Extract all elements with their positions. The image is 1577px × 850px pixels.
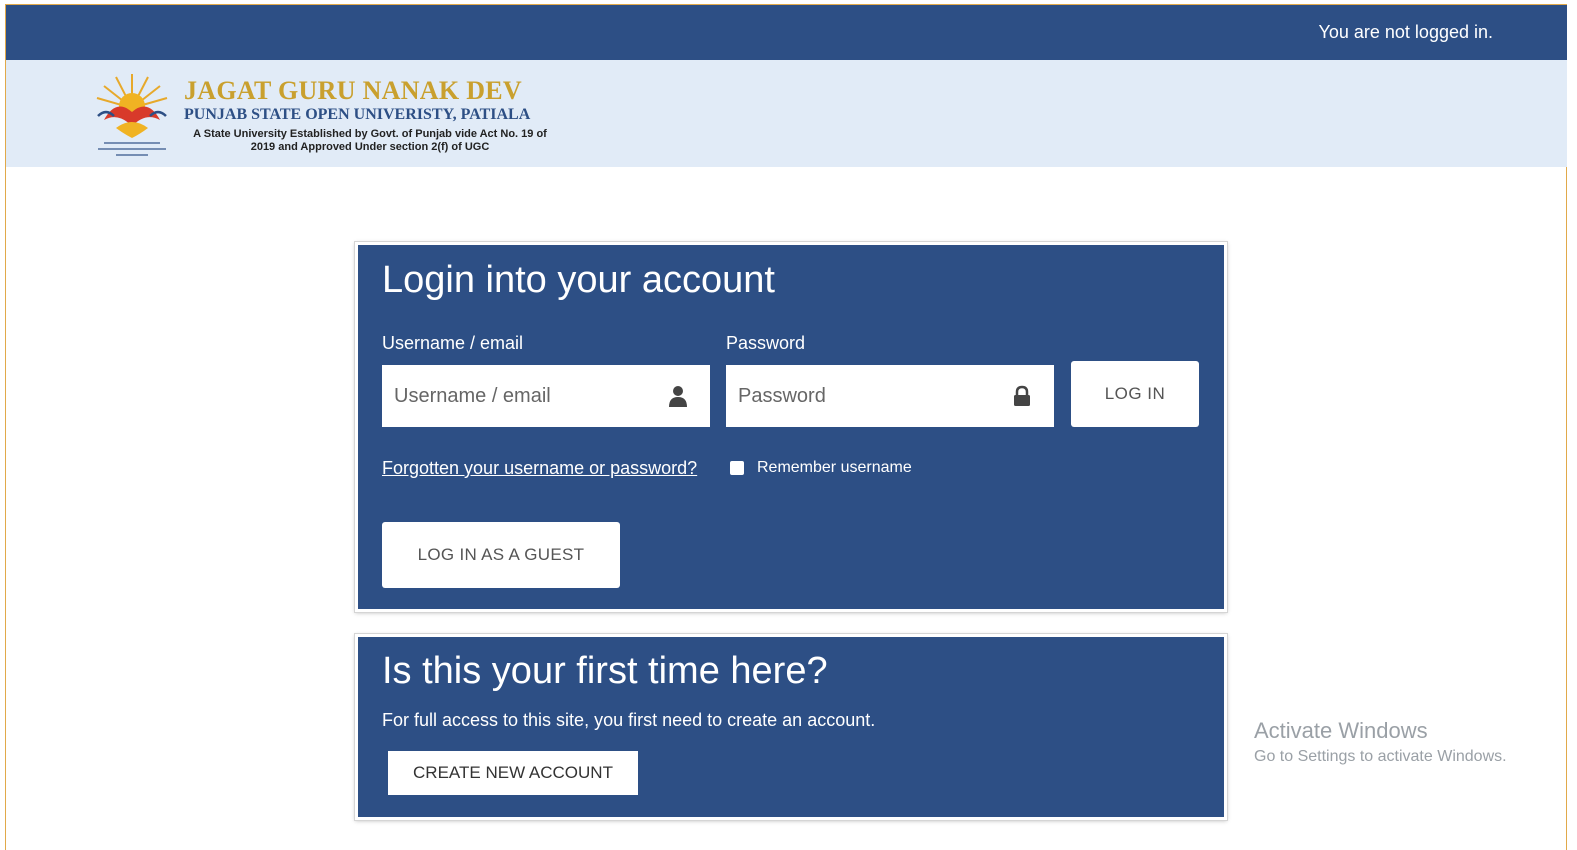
login-card: Login into your account Username / email… — [355, 242, 1227, 612]
password-field-wrapper — [726, 365, 1054, 427]
university-subtitle: PUNJAB STATE OPEN UNIVERISTY, PATIALA — [184, 106, 531, 123]
signup-heading: Is this your first time here? — [382, 650, 828, 692]
login-status-text: You are not logged in. — [1318, 22, 1493, 42]
username-field-wrapper — [382, 365, 710, 427]
lock-icon — [1014, 385, 1030, 406]
password-input[interactable] — [726, 365, 1054, 427]
signup-text: For full access to this site, you first … — [382, 710, 876, 730]
remember-username-row: Remember username — [730, 459, 912, 477]
password-label: Password — [726, 333, 806, 353]
site-header: JAGAT GURU NANAK DEV PUNJAB STATE OPEN U… — [6, 60, 1567, 167]
remember-username-checkbox[interactable] — [730, 461, 744, 475]
username-label: Username / email — [382, 333, 524, 353]
login-button[interactable]: LOG IN — [1071, 361, 1199, 427]
watermark-title: Activate Windows — [1254, 718, 1428, 743]
forgot-password-link[interactable]: Forgotten your username or password? — [382, 458, 697, 479]
top-navbar: You are not logged in. — [6, 5, 1567, 60]
user-icon — [669, 386, 687, 407]
login-heading: Login into your account — [382, 259, 775, 301]
watermark-subtitle: Go to Settings to activate Windows. — [1254, 748, 1507, 765]
university-description: A State University Established by Govt. … — [193, 128, 547, 153]
university-title: JAGAT GURU NANAK DEV — [184, 76, 522, 105]
signup-card: Is this your first time here? For full a… — [355, 634, 1227, 820]
guest-login-button[interactable]: LOG IN AS A GUEST — [382, 522, 620, 588]
university-emblem-icon — [96, 74, 168, 156]
windows-activation-watermark: Activate Windows Go to Settings to activ… — [1254, 718, 1507, 766]
username-input[interactable] — [382, 365, 710, 427]
create-account-button[interactable]: CREATE NEW ACCOUNT — [388, 751, 638, 795]
remember-username-label: Remember username — [757, 459, 912, 476]
